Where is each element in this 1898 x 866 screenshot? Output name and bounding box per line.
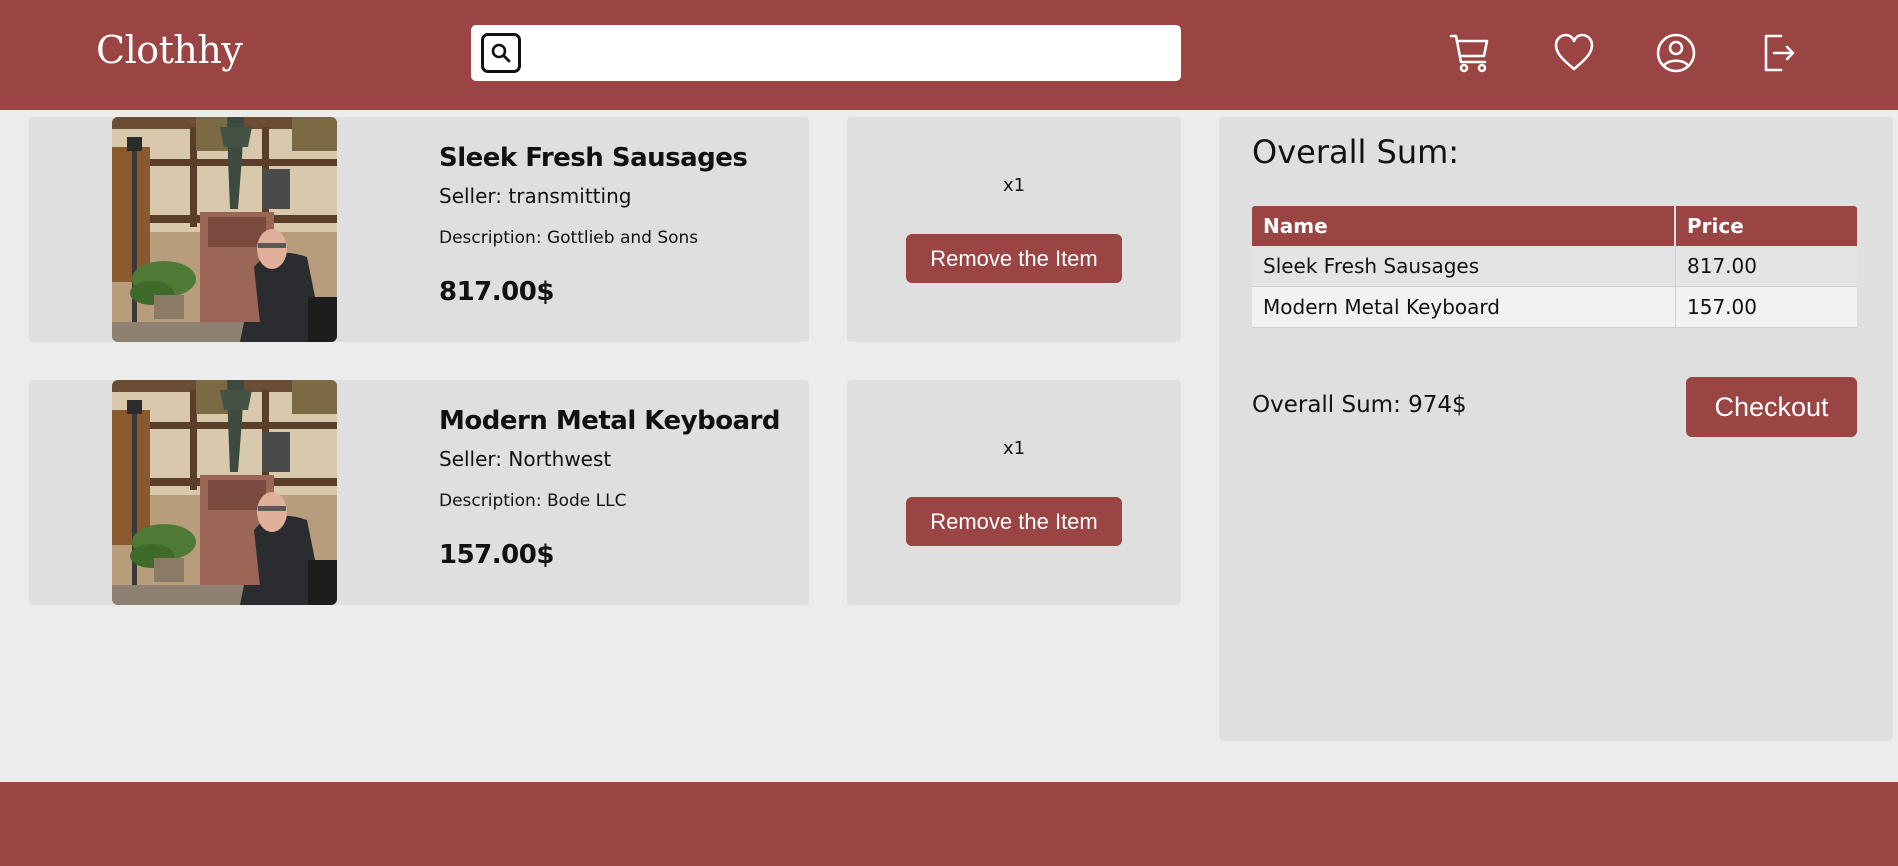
summary-title: Overall Sum:: [1252, 133, 1460, 171]
table-row: Modern Metal Keyboard 157.00: [1252, 287, 1857, 328]
logo[interactable]: Clothhy: [96, 28, 243, 72]
product-seller: Seller: Northwest: [439, 447, 612, 471]
checkout-button[interactable]: Checkout: [1686, 377, 1857, 437]
search-bar: [471, 25, 1181, 81]
search-input[interactable]: [529, 33, 1169, 73]
order-summary-panel: Overall Sum: Name Price Sleek Fresh Saus…: [1219, 117, 1893, 741]
cart-item-card: Modern Metal Keyboard Seller: Northwest …: [29, 380, 809, 605]
row-price-cell: 157.00: [1676, 287, 1857, 328]
row-price-cell: 817.00: [1676, 246, 1857, 287]
column-header-price: Price: [1676, 206, 1857, 246]
header: Clothhy: [0, 0, 1898, 110]
quantity-card: x1 Remove the Item: [847, 380, 1181, 605]
product-name: Modern Metal Keyboard: [439, 406, 781, 436]
row-name-cell: Modern Metal Keyboard: [1252, 287, 1676, 328]
product-description: Description: Gottlieb and Sons: [439, 228, 699, 248]
quantity-card: x1 Remove the Item: [847, 117, 1181, 342]
heart-icon[interactable]: [1552, 31, 1596, 75]
remove-item-button[interactable]: Remove the Item: [906, 497, 1122, 546]
product-description: Description: Bode LLC: [439, 491, 627, 511]
product-image: [112, 380, 337, 605]
product-image: [112, 117, 337, 342]
search-icon[interactable]: [481, 33, 521, 73]
quantity-label: x1: [1002, 175, 1026, 196]
summary-table: Name Price Sleek Fresh Sausages 817.00 M…: [1252, 206, 1857, 328]
product-name: Sleek Fresh Sausages: [439, 143, 748, 173]
product-price: 157.00$: [439, 540, 554, 570]
cart-icon[interactable]: [1448, 31, 1492, 75]
column-header-name: Name: [1252, 206, 1676, 246]
table-row: Sleek Fresh Sausages 817.00: [1252, 246, 1857, 287]
user-icon[interactable]: [1654, 31, 1698, 75]
footer: [0, 782, 1898, 866]
product-seller: Seller: transmitting: [439, 184, 632, 208]
logout-icon[interactable]: [1757, 31, 1801, 75]
remove-item-button[interactable]: Remove the Item: [906, 234, 1122, 283]
cart-item-card: Sleek Fresh Sausages Seller: transmittin…: [29, 117, 809, 342]
quantity-label: x1: [1002, 438, 1026, 459]
product-price: 817.00$: [439, 277, 554, 307]
row-name-cell: Sleek Fresh Sausages: [1252, 246, 1676, 287]
overall-sum-total: Overall Sum: 974$: [1252, 392, 1467, 418]
